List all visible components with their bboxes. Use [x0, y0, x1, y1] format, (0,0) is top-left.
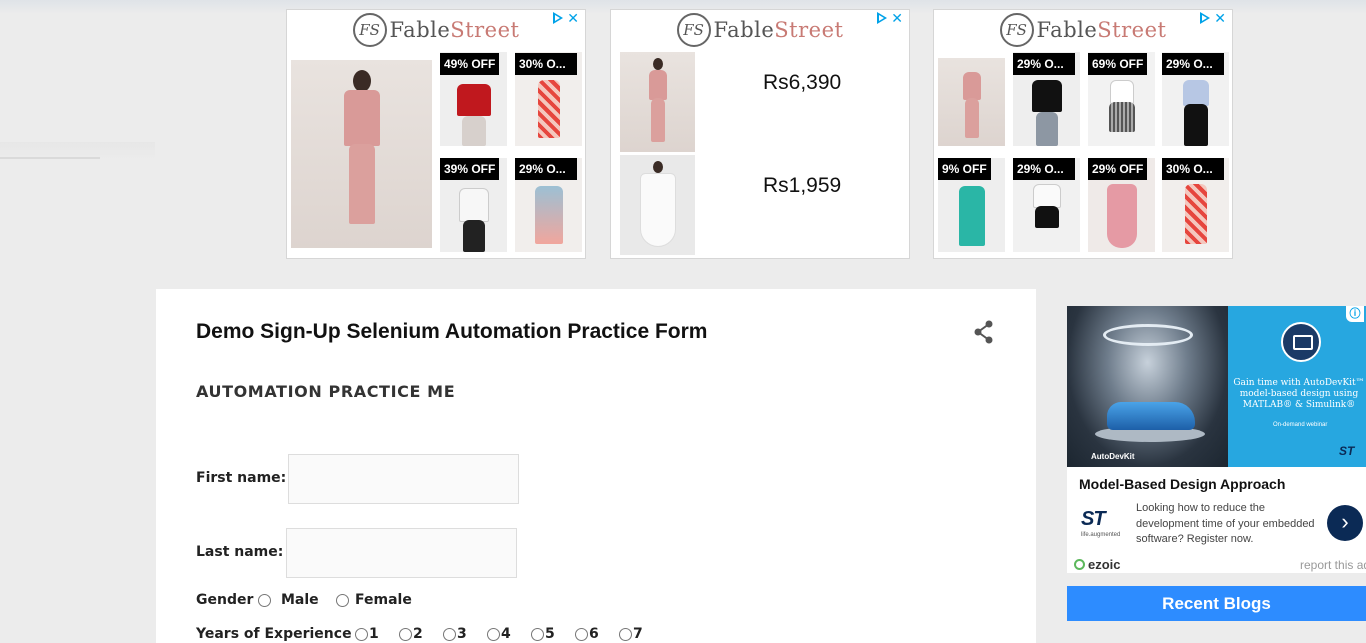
ezoic-bar: ezoic report this ad	[1067, 556, 1366, 573]
product-photo[interactable]	[620, 52, 695, 152]
fablestreet-ad-1[interactable]: FS FableStreet ✕ 49% OFF 30% O... 39% OF…	[286, 9, 586, 259]
gender-male-radio[interactable]	[258, 594, 271, 607]
experience-7-label[interactable]: 7	[633, 626, 643, 642]
experience-3-label[interactable]: 3	[457, 626, 467, 642]
experience-1-radio[interactable]	[355, 628, 368, 641]
experience-5-label[interactable]: 5	[545, 626, 555, 642]
ezoic-icon	[1074, 559, 1085, 570]
autodevkit-brand: AutoDevKit	[1091, 452, 1135, 461]
last-name-input[interactable]	[286, 528, 517, 578]
post-card: Demo Sign-Up Selenium Automation Practic…	[156, 289, 1036, 643]
adchoices-icon[interactable]	[1200, 12, 1211, 24]
gender-male-label[interactable]: Male	[281, 592, 319, 608]
fablestreet-ad-2[interactable]: FS FableStreet ✕ Rs6,390 Rs1,959	[610, 9, 910, 259]
product-price[interactable]: Rs6,390	[763, 71, 841, 95]
product-photo[interactable]	[620, 155, 695, 255]
experience-6-radio[interactable]	[575, 628, 588, 641]
report-ad-link[interactable]: report this ad	[1300, 558, 1366, 572]
st-logo-small: ST	[1339, 444, 1355, 458]
brand-suffix: Street	[1097, 18, 1167, 42]
close-ad-icon[interactable]: ✕	[567, 11, 579, 25]
discount-badge: 49% OFF	[440, 53, 500, 75]
fablestreet-logo: FS FableStreet	[676, 13, 844, 47]
st-logo: ST	[1081, 508, 1106, 530]
experience-7-radio[interactable]	[619, 628, 632, 641]
recent-blogs-header[interactable]: Recent Blogs	[1067, 586, 1366, 621]
page-title: Demo Sign-Up Selenium Automation Practic…	[196, 320, 708, 343]
experience-2-radio[interactable]	[399, 628, 412, 641]
monitor-icon	[1281, 322, 1321, 362]
brand-suffix: Street	[774, 18, 844, 42]
close-ad-icon[interactable]: ✕	[1214, 11, 1226, 25]
close-ad-icon[interactable]: ✕	[891, 11, 903, 25]
brand-prefix: Fable	[1036, 18, 1098, 42]
left-decor-line	[0, 142, 155, 160]
last-name-label: Last name:	[196, 544, 284, 560]
hero-small-text: On-demand webinar	[1273, 422, 1328, 428]
ad-hero-image[interactable]: Gain time with AutoDevKit™ model-based d…	[1067, 306, 1366, 467]
fablestreet-logo-mark: FS	[676, 13, 711, 47]
experience-1-label[interactable]: 1	[369, 626, 379, 642]
side-ad-description: Looking how to reduce the development ti…	[1136, 502, 1315, 545]
discount-badge: 29% OFF	[1088, 158, 1148, 180]
fablestreet-logo: FS FableStreet	[352, 13, 520, 47]
section-heading: AUTOMATION PRACTICE ME	[196, 382, 456, 401]
discount-badge: 39% OFF	[440, 158, 500, 180]
brand-prefix: Fable	[713, 18, 775, 42]
adchoices[interactable]: ✕	[1200, 11, 1226, 25]
discount-badge: 29% O...	[1013, 53, 1075, 75]
adchoices-icon[interactable]	[553, 12, 564, 24]
gender-label: Gender	[196, 592, 254, 608]
fablestreet-logo-mark: FS	[999, 13, 1034, 47]
brand-suffix: Street	[450, 18, 520, 42]
experience-4-label[interactable]: 4	[501, 626, 511, 642]
ezoic-logo[interactable]: ezoic	[1074, 557, 1121, 572]
discount-badge: 9% OFF	[938, 158, 991, 180]
hero-text: Gain time with AutoDevKit™ model-based d…	[1233, 378, 1365, 410]
first-name-label: First name:	[196, 470, 287, 486]
car-image	[1107, 402, 1195, 430]
side-ad[interactable]: Gain time with AutoDevKit™ model-based d…	[1067, 306, 1366, 556]
discount-badge: 69% OFF	[1088, 53, 1148, 75]
adchoices[interactable]: ✕	[877, 11, 903, 25]
adchoices[interactable]: ✕	[553, 11, 579, 25]
side-ad-title[interactable]: Model-Based Design Approach	[1079, 476, 1285, 492]
product-photo[interactable]	[938, 58, 1005, 146]
experience-5-radio[interactable]	[531, 628, 544, 641]
first-name-input[interactable]	[288, 454, 519, 504]
share-icon[interactable]	[973, 320, 995, 344]
discount-badge: 30% O...	[1162, 158, 1224, 180]
experience-4-radio[interactable]	[487, 628, 500, 641]
experience-2-label[interactable]: 2	[413, 626, 423, 642]
info-icon[interactable]: ⓘ	[1346, 306, 1364, 322]
product-photo[interactable]	[291, 60, 432, 248]
fablestreet-ad-3[interactable]: FS FableStreet ✕ 29% O... 69% OFF 29% O.…	[933, 9, 1233, 259]
next-arrow-button[interactable]: ›	[1327, 505, 1363, 541]
experience-6-label[interactable]: 6	[589, 626, 599, 642]
experience-label: Years of Experience	[196, 626, 352, 642]
brand-prefix: Fable	[389, 18, 451, 42]
gender-female-label[interactable]: Female	[355, 592, 412, 608]
fablestreet-logo-mark: FS	[352, 13, 387, 47]
discount-badge: 30% O...	[515, 53, 577, 75]
gender-female-radio[interactable]	[336, 594, 349, 607]
fablestreet-logo: FS FableStreet	[999, 13, 1167, 47]
discount-badge: 29% O...	[515, 158, 577, 180]
product-price[interactable]: Rs1,959	[763, 174, 841, 198]
discount-badge: 29% O...	[1162, 53, 1224, 75]
st-tagline: life.augmented	[1081, 532, 1121, 538]
ezoic-text: ezoic	[1088, 557, 1121, 572]
experience-3-radio[interactable]	[443, 628, 456, 641]
adchoices-icon[interactable]	[877, 12, 888, 24]
discount-badge: 29% O...	[1013, 158, 1075, 180]
